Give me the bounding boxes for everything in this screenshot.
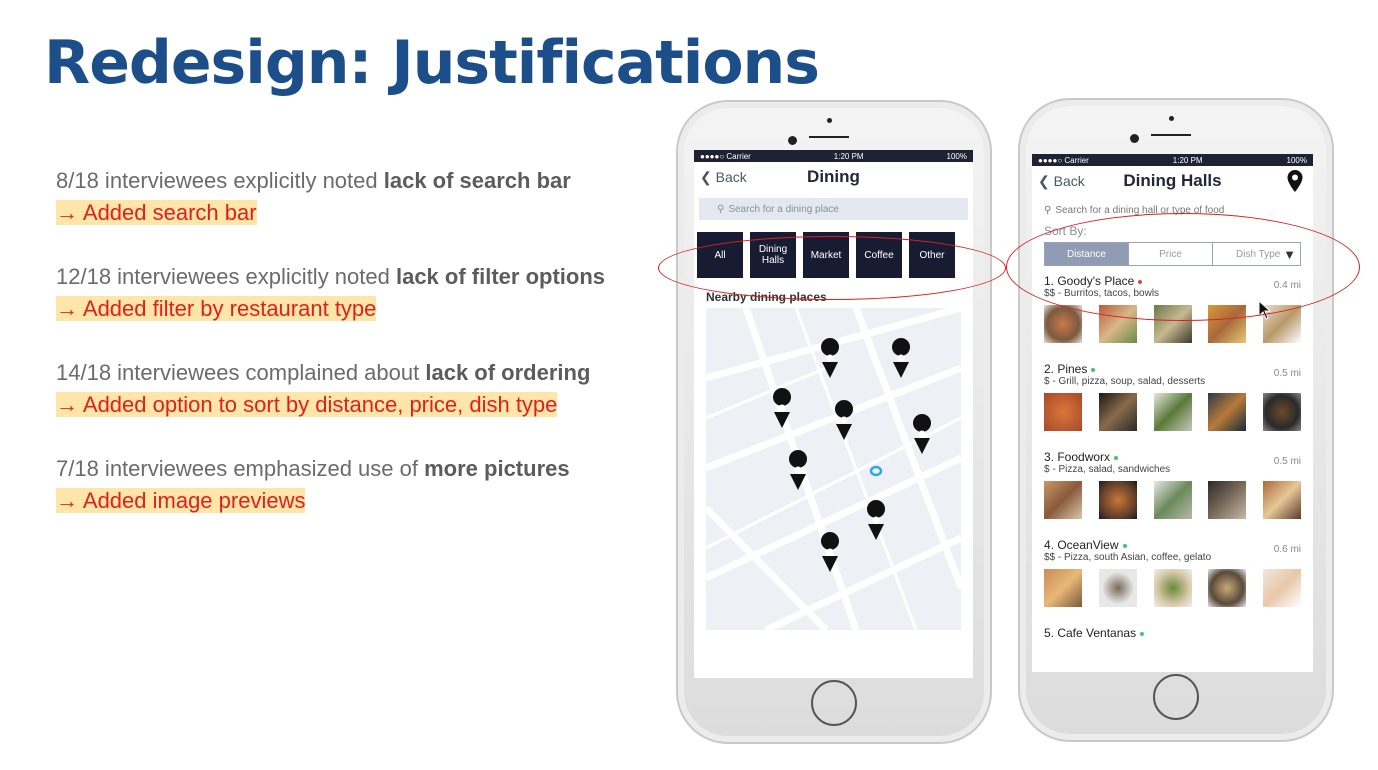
back-label: Back bbox=[1053, 172, 1085, 189]
place-name: 4. OceanView bbox=[1044, 538, 1119, 552]
status-dot bbox=[1091, 367, 1096, 372]
clock-label: 1:20 PM bbox=[1172, 155, 1203, 165]
search-icon: ⚲ bbox=[717, 203, 725, 215]
point-text: 12/18 interviewees explicitly noted bbox=[56, 264, 396, 289]
food-image[interactable] bbox=[1153, 393, 1192, 431]
status-bar: ●●●●○ Carrier 1:20 PM 100% bbox=[694, 150, 973, 162]
justification-item: 12/18 interviewees explicitly noted lack… bbox=[56, 261, 636, 325]
chevron-left-icon: ❮ bbox=[1038, 172, 1050, 189]
food-image[interactable] bbox=[1208, 393, 1247, 431]
clock-label: 1:20 PM bbox=[833, 151, 864, 161]
list-item[interactable]: 3. Foodworx $ - Pizza, salad, sandwiches… bbox=[1044, 448, 1301, 536]
food-image[interactable] bbox=[1153, 481, 1192, 519]
nav-bar: ❮ Back Dining Halls bbox=[1032, 166, 1313, 196]
food-image[interactable] bbox=[1044, 305, 1082, 343]
map-streets bbox=[706, 308, 961, 630]
food-image[interactable] bbox=[1098, 569, 1137, 607]
map-pin-icon[interactable] bbox=[892, 338, 911, 378]
place-distance: 0.5 mi bbox=[1273, 456, 1301, 467]
search-placeholder: Search for a dining place bbox=[728, 203, 839, 215]
sensor-dot bbox=[1169, 116, 1174, 121]
image-preview-row bbox=[1044, 393, 1301, 431]
place-distance: 0.5 mi bbox=[1273, 368, 1301, 379]
point-result: → Added option to sort by distance, pric… bbox=[56, 392, 558, 417]
point-bold: more pictures bbox=[424, 456, 570, 481]
list-item[interactable]: 4. OceanView $$ - Pizza, south Asian, co… bbox=[1044, 536, 1301, 624]
list-item[interactable]: 5. Cafe Ventanas bbox=[1044, 624, 1301, 672]
point-text: 7/18 interviewees emphasized use of bbox=[56, 456, 425, 481]
food-image[interactable] bbox=[1263, 569, 1301, 607]
food-image[interactable] bbox=[1044, 569, 1082, 607]
phone-screen: ●●●●○ Carrier 1:20 PM 100% ❮ Back Dining… bbox=[694, 150, 973, 678]
food-image[interactable] bbox=[1208, 569, 1247, 607]
nav-bar: ❮ Back Dining bbox=[694, 162, 973, 192]
battery-label: 100% bbox=[946, 151, 967, 161]
justification-list: 8/18 interviewees explicitly noted lack … bbox=[56, 165, 636, 549]
annotation-ellipse-sort bbox=[1006, 213, 1360, 321]
location-pin-icon[interactable] bbox=[1287, 170, 1303, 192]
point-result: → Added search bar bbox=[56, 200, 257, 225]
back-label: Back bbox=[715, 168, 747, 185]
justification-item: 14/18 interviewees complained about lack… bbox=[56, 357, 636, 421]
food-image[interactable] bbox=[1208, 481, 1247, 519]
food-image[interactable] bbox=[1263, 481, 1301, 519]
camera-icon bbox=[788, 136, 797, 145]
list-item[interactable]: 2. Pines $ - Grill, pizza, soup, salad, … bbox=[1044, 360, 1301, 448]
point-bold: lack of search bar bbox=[383, 168, 571, 193]
food-image[interactable] bbox=[1098, 481, 1137, 519]
food-image[interactable] bbox=[1098, 393, 1137, 431]
speaker-grille bbox=[1151, 134, 1191, 136]
justification-item: 8/18 interviewees explicitly noted lack … bbox=[56, 165, 636, 229]
place-description: $ - Pizza, salad, sandwiches bbox=[1044, 464, 1171, 475]
back-button[interactable]: ❮ Back bbox=[700, 169, 747, 186]
status-bar: ●●●●○ Carrier 1:20 PM 100% bbox=[1032, 154, 1313, 166]
point-text: 8/18 interviewees explicitly noted bbox=[56, 168, 384, 193]
food-image[interactable] bbox=[1044, 393, 1082, 431]
status-dot bbox=[1140, 631, 1145, 636]
map-pin-icon[interactable] bbox=[867, 500, 886, 540]
justification-item: 7/18 interviewees emphasized use of more… bbox=[56, 453, 636, 517]
sensor-dot bbox=[827, 118, 832, 123]
point-result: → Added image previews bbox=[56, 488, 306, 513]
place-name: 5. Cafe Ventanas bbox=[1044, 626, 1137, 640]
search-input[interactable]: ⚲ Search for a dining place bbox=[699, 198, 968, 220]
search-icon: ⚲ bbox=[1044, 204, 1052, 216]
food-image[interactable] bbox=[1044, 481, 1082, 519]
place-name: 3. Foodworx bbox=[1044, 450, 1111, 464]
phone-mockup-dining-halls: ●●●●○ Carrier 1:20 PM 100% ❮ Back Dining… bbox=[1018, 98, 1334, 742]
camera-icon bbox=[1130, 134, 1139, 143]
food-image[interactable] bbox=[1153, 569, 1192, 607]
home-button[interactable] bbox=[1153, 674, 1199, 720]
phone-mockup-dining: ●●●●○ Carrier 1:20 PM 100% ❮ Back Dining… bbox=[676, 100, 992, 744]
map-pin-icon[interactable] bbox=[821, 338, 840, 378]
home-button[interactable] bbox=[811, 680, 857, 726]
place-description: $$ - Pizza, south Asian, coffee, gelato bbox=[1044, 552, 1212, 563]
point-text: 14/18 interviewees complained about bbox=[56, 360, 426, 385]
back-button[interactable]: ❮ Back bbox=[1038, 173, 1085, 190]
place-distance: 0.6 mi bbox=[1273, 544, 1301, 555]
point-bold: lack of filter options bbox=[395, 264, 605, 289]
image-preview-row bbox=[1044, 569, 1301, 607]
carrier-label: ●●●●○ Carrier bbox=[1038, 155, 1089, 165]
point-bold: lack of ordering bbox=[425, 360, 591, 385]
annotation-ellipse-filters bbox=[658, 236, 1006, 300]
slide-title: Redesign: Justifications bbox=[44, 28, 820, 98]
current-location-icon bbox=[869, 465, 883, 477]
map-view[interactable] bbox=[706, 308, 961, 630]
status-dot bbox=[1122, 543, 1127, 548]
food-image[interactable] bbox=[1263, 393, 1301, 431]
speaker-grille bbox=[809, 136, 849, 138]
point-result: → Added filter by restaurant type bbox=[56, 296, 377, 321]
place-description: $ - Grill, pizza, soup, salad, desserts bbox=[1044, 376, 1206, 387]
place-name: 2. Pines bbox=[1044, 362, 1088, 376]
status-dot bbox=[1114, 455, 1119, 460]
carrier-label: ●●●●○ Carrier bbox=[700, 151, 751, 161]
chevron-left-icon: ❮ bbox=[700, 168, 712, 185]
image-preview-row bbox=[1044, 481, 1301, 519]
battery-label: 100% bbox=[1286, 155, 1307, 165]
